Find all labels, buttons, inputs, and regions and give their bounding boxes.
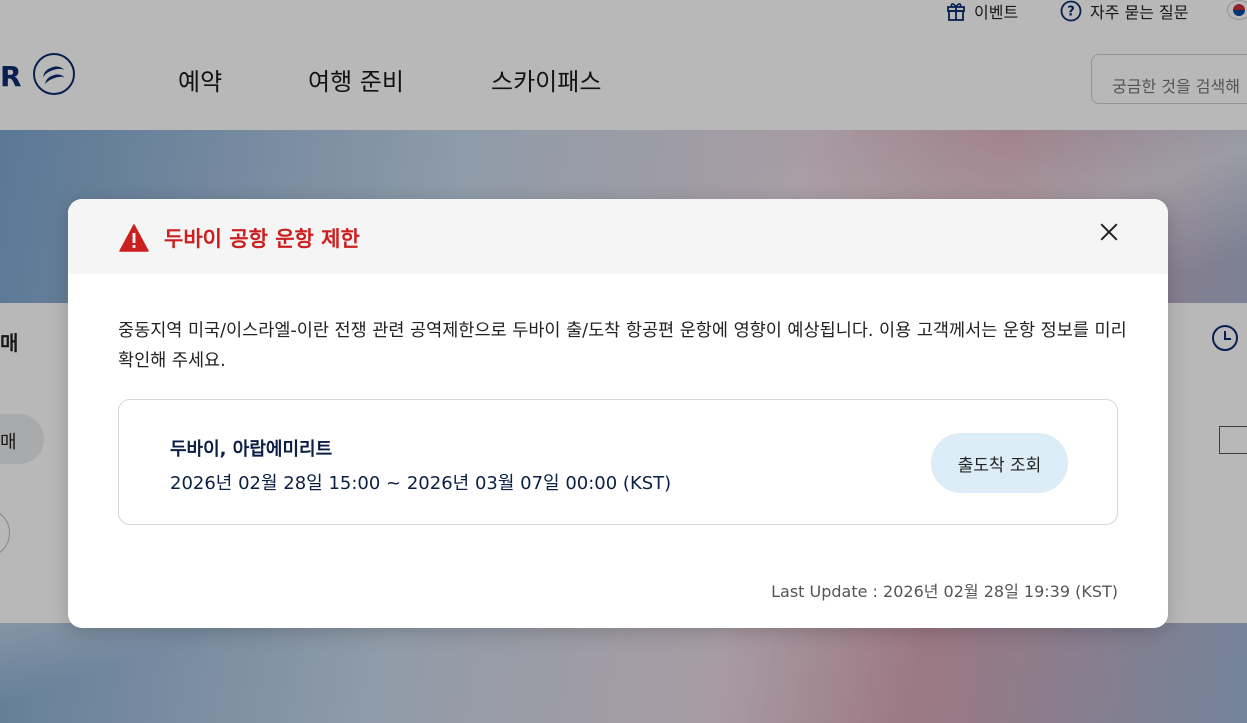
restriction-card: 두바이, 아랍에미리트 2026년 02월 28일 15:00 ~ 2026년 …	[118, 399, 1118, 525]
close-icon[interactable]	[1096, 219, 1122, 245]
card-period: 2026년 02월 28일 15:00 ~ 2026년 03월 07일 00:0…	[170, 473, 672, 494]
modal-title: 두바이 공항 운항 제한	[164, 227, 360, 251]
warning-triangle-icon	[119, 224, 149, 252]
card-location: 두바이, 아랍에미리트	[170, 439, 333, 460]
alert-modal: 두바이 공항 운항 제한 중동지역 미국/이스라엘-이란 전쟁 관련 공역제한으…	[68, 199, 1168, 628]
page: 이벤트 ? 자주 묻는 질문 R 예약 여행 준비 스카이패스 매 매	[0, 0, 1247, 723]
last-update: Last Update : 2026년 02월 28일 19:39 (KST)	[771, 582, 1118, 601]
modal-header: 두바이 공항 운항 제한	[68, 199, 1168, 274]
modal-message: 중동지역 미국/이스라엘-이란 전쟁 관련 공역제한으로 두바이 출/도착 항공…	[118, 321, 1127, 371]
flight-status-button[interactable]: 출도착 조회	[931, 433, 1068, 493]
